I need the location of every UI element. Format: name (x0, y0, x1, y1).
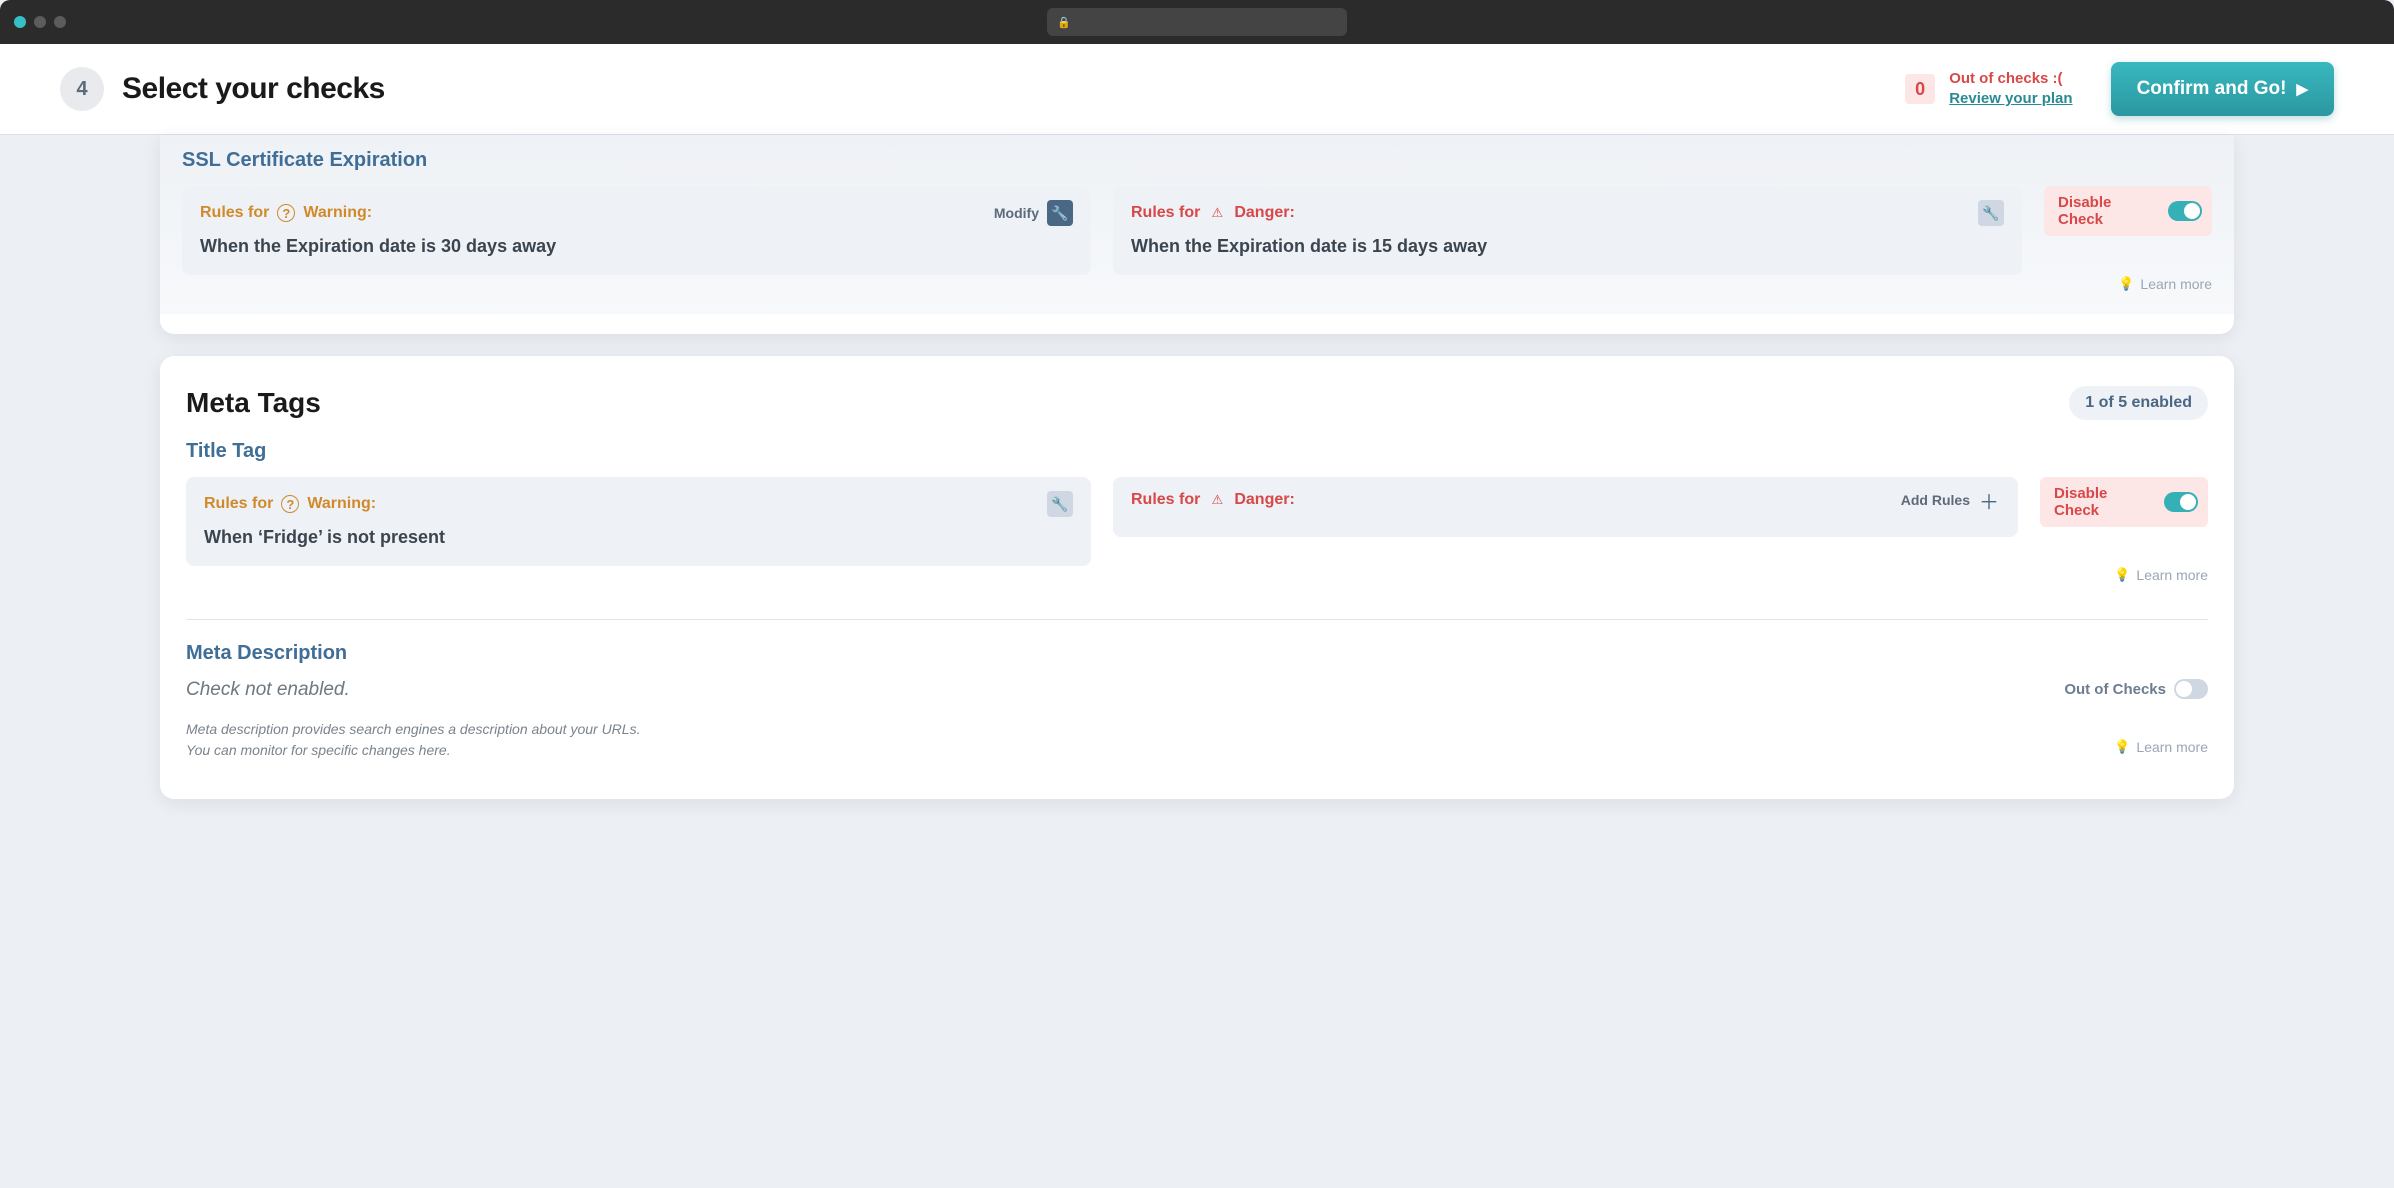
ssl-danger-box: Rules for ⚠ Danger: 🔧 When the Expiratio… (1113, 186, 2022, 275)
lightbulb-icon: 💡 (2114, 739, 2130, 755)
learn-more-label: Learn more (2140, 276, 2212, 292)
titletag-warning-box: Rules for ? Warning: 🔧 When ‘Fridge’ is … (186, 477, 1091, 566)
ssl-side-column: Disable Check 💡 Learn more (2044, 186, 2212, 292)
browser-url-bar[interactable]: 🔒 (1047, 8, 1347, 36)
wrench-icon: 🔧 (1051, 496, 1068, 513)
titletag-learn-more-link[interactable]: 💡 Learn more (2114, 567, 2208, 583)
metatags-card: Meta Tags 1 of 5 enabled Title Tag Rules… (160, 356, 2234, 799)
ssl-warning-box: Rules for ? Warning: Modify 🔧 When the E… (182, 186, 1091, 275)
step-badge: 4 (60, 67, 104, 111)
add-rules-button[interactable]: ＋ (1978, 489, 2000, 511)
danger-label: Danger: (1234, 491, 1294, 509)
danger-label: Danger: (1234, 204, 1294, 222)
plus-icon: ＋ (1979, 486, 1999, 515)
modify-button[interactable]: 🔧 (1047, 200, 1073, 226)
checks-counter: 0 Out of checks :( Review your plan (1905, 69, 2072, 110)
page-title: Select your checks (122, 72, 385, 106)
lock-icon: 🔒 (1057, 16, 1071, 29)
lightbulb-icon: 💡 (2118, 276, 2134, 292)
add-rules-label: Add Rules (1901, 492, 1970, 508)
wrench-icon: 🔧 (1051, 205, 1068, 222)
out-of-checks-label: Out of Checks (2064, 681, 2166, 698)
titletag-danger-box: Rules for ⚠ Danger: Add Rules ＋ (1113, 477, 2018, 537)
danger-icon: ⚠ (1208, 491, 1226, 509)
window-chrome: 🔒 (0, 0, 2394, 44)
metadesc-section: Meta Description Check not enabled. Meta… (160, 642, 2234, 779)
ssl-card: SSL Certificate Expiration Rules for ? W… (160, 135, 2234, 334)
wrench-icon: 🔧 (1982, 205, 1999, 222)
titletag-title: Title Tag (186, 440, 2208, 463)
metatags-title: Meta Tags (186, 387, 321, 419)
section-divider (186, 619, 2208, 620)
rules-for-label: Rules for (204, 495, 273, 513)
traffic-light-minimize[interactable] (34, 16, 46, 28)
traffic-light-zoom[interactable] (54, 16, 66, 28)
checks-count-value: 0 (1905, 74, 1935, 104)
checks-out-text: Out of checks :( (1949, 70, 2062, 87)
rules-for-label: Rules for (200, 204, 269, 222)
metadesc-desc-line1: Meta description provides search engines… (186, 719, 2018, 740)
warning-label: Warning: (307, 495, 376, 513)
traffic-lights (14, 16, 66, 28)
titletag-side-column: Disable Check 💡 Learn more (2040, 477, 2208, 583)
metadesc-toggle[interactable] (2174, 679, 2208, 699)
ssl-section-title: SSL Certificate Expiration (182, 149, 2212, 172)
metadesc-learn-more-link[interactable]: 💡 Learn more (2114, 739, 2208, 755)
content-area: SSL Certificate Expiration Rules for ? W… (0, 135, 2394, 839)
disable-check-label: Disable Check (2054, 485, 2156, 519)
metadesc-not-enabled: Check not enabled. (186, 679, 2018, 701)
titletag-disable-check[interactable]: Disable Check (2040, 477, 2208, 527)
rules-for-label: Rules for (1131, 204, 1200, 222)
page-header: 4 Select your checks 0 Out of checks :( … (0, 44, 2394, 135)
metatags-enabled-chip: 1 of 5 enabled (2069, 386, 2208, 420)
metadesc-out-of-checks: Out of Checks (2064, 679, 2208, 699)
question-icon: ? (281, 495, 299, 513)
ssl-disable-check[interactable]: Disable Check (2044, 186, 2212, 236)
ssl-warning-body: When the Expiration date is 30 days away (200, 236, 1073, 257)
traffic-light-close[interactable] (14, 16, 26, 28)
titletag-section: Title Tag Rules for ? Warning: 🔧 When ‘F… (160, 440, 2234, 601)
learn-more-label: Learn more (2136, 739, 2208, 755)
rules-for-label: Rules for (1131, 491, 1200, 509)
metadesc-title: Meta Description (186, 642, 2208, 665)
metadesc-side-column: Out of Checks 💡 Learn more (2040, 679, 2208, 755)
titletag-warning-body: When ‘Fridge’ is not present (204, 527, 1073, 548)
confirm-and-go-button[interactable]: Confirm and Go! ▶ (2111, 62, 2334, 116)
question-icon: ? (277, 204, 295, 222)
modify-button-disabled: 🔧 (1978, 200, 2004, 226)
review-plan-link[interactable]: Review your plan (1949, 89, 2072, 109)
ssl-learn-more-link[interactable]: 💡 Learn more (2118, 276, 2212, 292)
learn-more-label: Learn more (2136, 567, 2208, 583)
modify-button-disabled: 🔧 (1047, 491, 1073, 517)
lightbulb-icon: 💡 (2114, 567, 2130, 583)
ssl-toggle[interactable] (2168, 201, 2202, 221)
chevron-right-icon: ▶ (2296, 80, 2308, 98)
metadesc-desc-line2: You can monitor for specific changes her… (186, 740, 2018, 761)
confirm-label: Confirm and Go! (2137, 78, 2287, 100)
warning-label: Warning: (303, 204, 372, 222)
danger-icon: ⚠ (1208, 204, 1226, 222)
disable-check-label: Disable Check (2058, 194, 2160, 228)
titletag-toggle[interactable] (2164, 492, 2198, 512)
ssl-danger-body: When the Expiration date is 15 days away (1131, 236, 2004, 257)
modify-label: Modify (994, 205, 1039, 221)
